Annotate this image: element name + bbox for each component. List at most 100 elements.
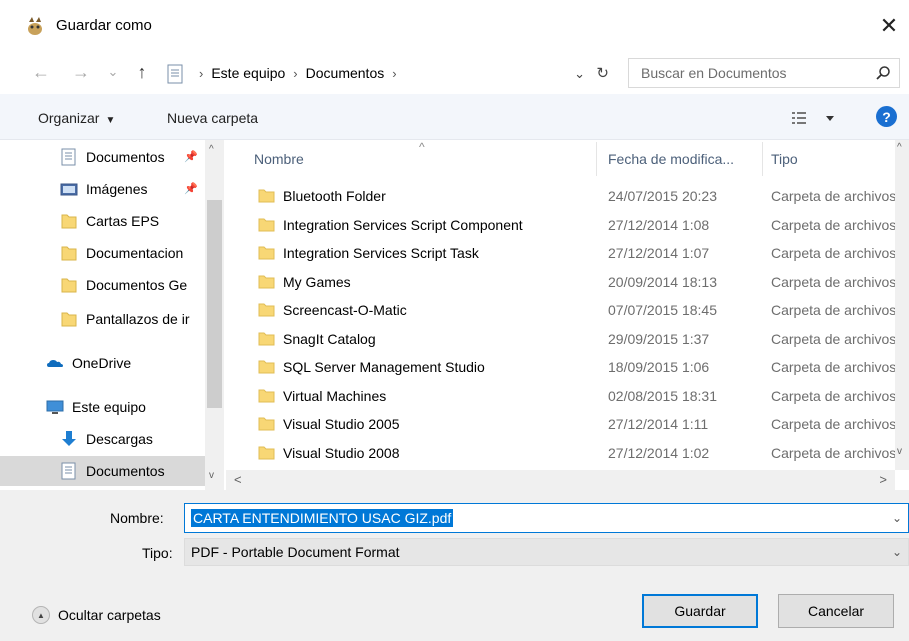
file-date: 27/12/2014 1:02 — [608, 445, 710, 461]
breadcrumb-este-equipo[interactable]: Este equipo — [211, 65, 285, 81]
file-row[interactable]: My Games 20/09/2014 18:13 Carpeta de arc… — [226, 268, 909, 297]
sidebar-item-pantallazos[interactable]: Pantallazos de ir — [0, 304, 205, 334]
scrollbar-thumb[interactable] — [207, 200, 222, 408]
file-list-horizontal-scrollbar[interactable]: < > — [226, 470, 895, 490]
up-button[interactable]: ↑ — [131, 61, 153, 83]
hide-folders-button[interactable]: ▲ Ocultar carpetas — [32, 606, 161, 624]
folder-icon — [258, 332, 275, 346]
address-bar[interactable]: › Este equipo › Documentos › ⌄ ↻ — [160, 60, 616, 88]
back-arrow-icon: ← — [32, 61, 50, 82]
scroll-down-icon[interactable]: v — [209, 470, 214, 481]
column-header-name[interactable]: Nombre — [254, 140, 304, 178]
file-name-label: Nombre: — [110, 510, 164, 526]
file-row[interactable]: Bluetooth Folder 24/07/2015 20:23 Carpet… — [226, 182, 909, 211]
sidebar-item-imagenes[interactable]: Imágenes 📌 — [0, 174, 205, 204]
file-type: Carpeta de archivos — [771, 217, 897, 233]
close-button[interactable]: ✕ — [869, 8, 909, 44]
file-date: 18/09/2015 1:06 — [608, 359, 710, 375]
organize-label: Organizar — [38, 110, 100, 126]
file-name: SQL Server Management Studio — [283, 359, 485, 375]
sidebar-item-descargas[interactable]: Descargas — [0, 424, 205, 454]
sidebar-item-onedrive[interactable]: OneDrive — [0, 348, 205, 378]
sidebar-item-label: Cartas EPS — [86, 213, 160, 229]
sidebar-item-label: Este equipo — [72, 399, 146, 415]
folder-icon — [61, 214, 77, 229]
sidebar-item-documentos[interactable]: Documentos — [0, 456, 205, 486]
file-list: Nombre ^ Fecha de modifica... Tipo Bluet… — [226, 140, 909, 490]
file-type: Carpeta de archivos — [771, 359, 897, 375]
file-row[interactable]: Visual Studio 2008 27/12/2014 1:02 Carpe… — [226, 439, 909, 468]
help-button[interactable]: ? — [876, 106, 897, 127]
chevron-down-icon: ⌄ — [107, 64, 119, 79]
close-icon: ✕ — [879, 13, 899, 38]
file-name: SnagIt Catalog — [283, 331, 376, 347]
file-list-vertical-scrollbar[interactable]: ^ v — [895, 140, 909, 470]
address-dropdown-icon[interactable]: ⌄ — [574, 66, 585, 82]
file-row[interactable]: Virtual Machines 02/08/2015 18:31 Carpet… — [226, 382, 909, 411]
file-row[interactable]: Integration Services Script Component 27… — [226, 211, 909, 240]
column-divider[interactable] — [762, 142, 763, 176]
window-title: Guardar como — [56, 17, 152, 34]
scroll-up-icon[interactable]: ^ — [209, 144, 214, 155]
file-type: Carpeta de archivos — [771, 331, 897, 347]
sidebar-item-cartas-eps[interactable]: Cartas EPS — [0, 206, 205, 236]
computer-icon — [46, 400, 64, 414]
chevron-down-icon[interactable]: ⌄ — [892, 511, 902, 525]
onedrive-icon — [47, 360, 63, 367]
file-row[interactable]: SQL Server Management Studio 18/09/2015 … — [226, 353, 909, 382]
file-row[interactable]: Integration Services Script Task 27/12/2… — [226, 239, 909, 268]
folder-icon — [258, 389, 275, 403]
folder-icon — [258, 218, 275, 232]
sidebar-item-label: Documentos — [86, 149, 165, 165]
column-header-date[interactable]: Fecha de modifica... — [608, 140, 734, 178]
file-name-input[interactable]: CARTA ENTENDIMIENTO USAC GIZ.pdf ⌄ — [184, 503, 909, 533]
file-row[interactable]: SnagIt Catalog 29/09/2015 1:37 Carpeta d… — [226, 325, 909, 354]
save-button[interactable]: Guardar — [642, 594, 758, 628]
breadcrumb-separator: › — [392, 65, 397, 81]
view-options-icon — [792, 112, 834, 124]
pin-icon: 📌 — [184, 151, 198, 163]
forward-button[interactable]: → — [70, 61, 92, 83]
document-folder-icon — [167, 64, 183, 84]
file-name: Screencast-O-Matic — [283, 302, 407, 318]
search-input[interactable]: Buscar en Documentos — [628, 58, 900, 88]
column-divider[interactable] — [596, 142, 597, 176]
scroll-up-icon[interactable]: ^ — [897, 142, 902, 153]
sidebar-item-documentos-ge[interactable]: Documentos Ge — [0, 270, 205, 300]
sidebar-item-documentos-pinned[interactable]: Documentos 📌 — [0, 142, 205, 172]
cancel-button[interactable]: Cancelar — [778, 594, 894, 628]
change-view-button[interactable] — [792, 110, 840, 126]
sidebar-item-este-equipo[interactable]: Este equipo — [0, 392, 205, 422]
column-label-name: Nombre — [254, 151, 304, 167]
recent-locations-button[interactable]: ⌄ — [102, 61, 124, 83]
folder-icon — [61, 246, 77, 261]
file-name: Bluetooth Folder — [283, 188, 386, 204]
help-icon: ? — [882, 108, 891, 125]
file-row[interactable]: Visual Studio 2005 27/12/2014 1:11 Carpe… — [226, 410, 909, 439]
up-arrow-icon: ↑ — [137, 61, 147, 82]
file-row[interactable]: Screencast-O-Matic 07/07/2015 18:45 Carp… — [226, 296, 909, 325]
sidebar-item-label: Descargas — [86, 431, 153, 447]
sort-ascending-icon: ^ — [419, 140, 425, 154]
document-folder-icon — [61, 462, 76, 480]
hide-folders-label: Ocultar carpetas — [58, 607, 161, 623]
file-type: Carpeta de archivos — [771, 302, 897, 318]
file-date: 27/12/2014 1:08 — [608, 217, 710, 233]
back-button[interactable]: ← — [30, 61, 52, 83]
navigation-pane-scrollbar[interactable]: ^ v — [205, 140, 224, 490]
folder-icon — [61, 278, 77, 293]
sidebar-item-documentacion[interactable]: Documentacion — [0, 238, 205, 268]
scroll-left-icon[interactable]: < — [234, 472, 242, 487]
chevron-down-icon[interactable]: ⌄ — [892, 545, 902, 559]
file-name-value[interactable]: CARTA ENTENDIMIENTO USAC GIZ.pdf — [191, 509, 454, 527]
column-header-type[interactable]: Tipo — [771, 140, 798, 178]
scroll-right-icon[interactable]: > — [879, 472, 887, 487]
scroll-down-icon[interactable]: v — [897, 446, 902, 457]
breadcrumb-documentos[interactable]: Documentos — [306, 65, 385, 81]
refresh-icon[interactable]: ↻ — [596, 64, 609, 82]
organize-menu-button[interactable]: Organizar ▼ — [38, 110, 115, 126]
new-folder-button[interactable]: Nueva carpeta — [167, 110, 258, 126]
file-type-select[interactable]: PDF - Portable Document Format ⌄ — [184, 538, 909, 566]
navigation-pane: Documentos 📌 Imágenes 📌 Cartas EPS Docum… — [0, 140, 226, 490]
column-label-type: Tipo — [771, 151, 798, 167]
